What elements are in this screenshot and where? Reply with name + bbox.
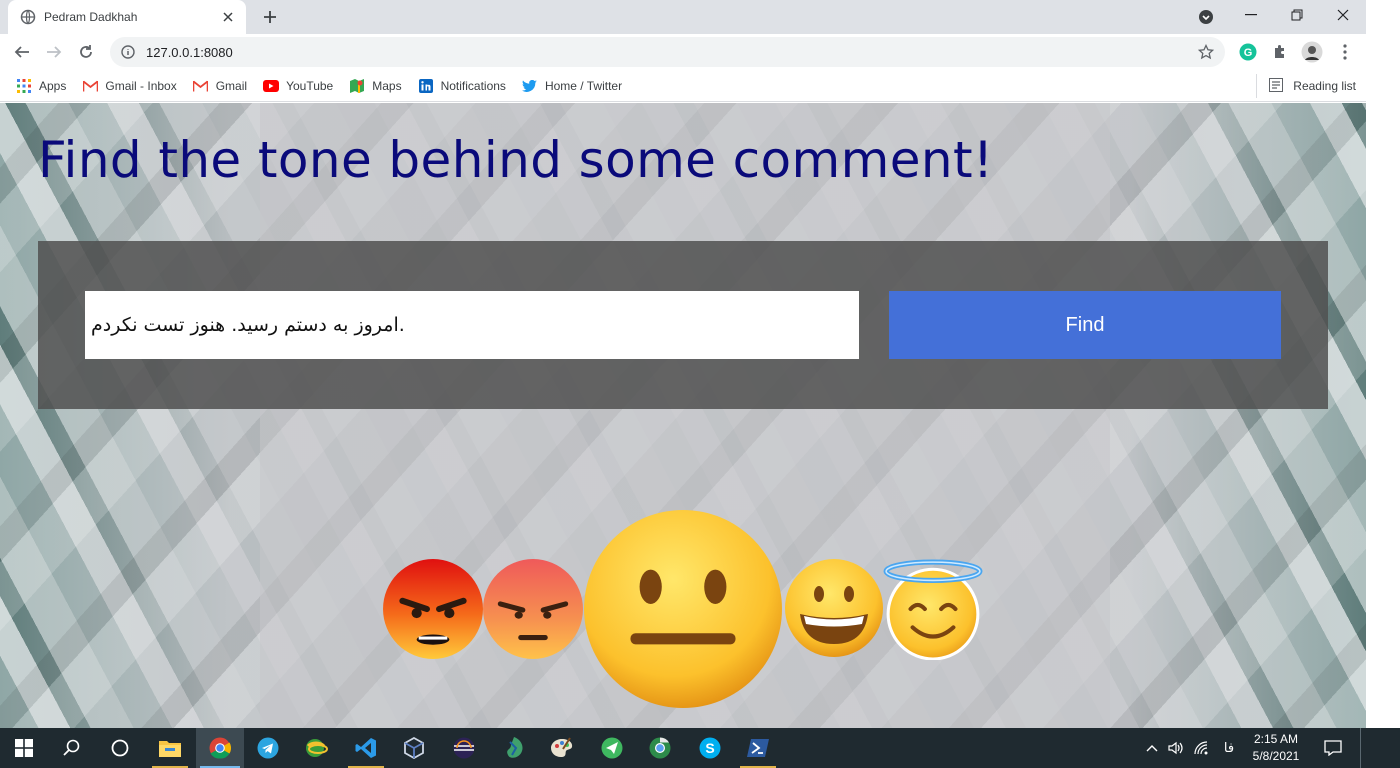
url-text[interactable]: 127.0.0.1:8080	[146, 45, 1197, 60]
bookmark-label: YouTube	[286, 78, 334, 93]
bookmark-label: Gmail - Inbox	[105, 78, 177, 93]
eclipse-icon[interactable]	[440, 728, 488, 768]
windows-taskbar: S فا 2:15 AM 5/8/2021	[0, 728, 1400, 768]
maps-icon	[349, 78, 365, 94]
close-window-icon[interactable]	[1320, 0, 1366, 30]
file-explorer-icon[interactable]	[146, 728, 194, 768]
web-page: Find the tone behind some comment! Find	[0, 103, 1366, 728]
input-language-indicator[interactable]: فا	[1218, 728, 1240, 768]
find-button[interactable]: Find	[889, 291, 1281, 359]
chrome-menu-icon[interactable]	[1334, 41, 1356, 63]
restore-window-icon[interactable]	[1274, 0, 1320, 30]
wifi-icon[interactable]	[1192, 728, 1212, 768]
page-headline: Find the tone behind some comment!	[38, 131, 994, 189]
reading-list-button[interactable]: Reading list	[1256, 74, 1356, 98]
telegram-icon[interactable]	[244, 728, 292, 768]
globe-app-icon[interactable]	[292, 728, 340, 768]
action-center-icon[interactable]	[1320, 728, 1346, 768]
linkedin-icon	[418, 78, 434, 94]
show-desktop-button[interactable]	[1360, 728, 1366, 768]
tab-strip: Pedram Dadkhah	[0, 0, 1366, 34]
show-hidden-icons-icon[interactable]	[1142, 728, 1162, 768]
clock-date: 5/8/2021	[1252, 749, 1300, 763]
bookmark-label: Home / Twitter	[544, 78, 623, 93]
reading-list-icon	[1269, 78, 1285, 94]
angry-emoji-icon	[483, 559, 583, 659]
svg-text:G: G	[1244, 47, 1253, 59]
very-angry-emoji-icon	[383, 559, 483, 659]
virtualbox-icon[interactable]	[390, 728, 438, 768]
search-icon[interactable]	[48, 728, 96, 768]
clock-time: 2:15 AM	[1253, 732, 1299, 746]
bookmark-label: Gmail	[215, 78, 248, 93]
bookmark-gmail-inbox[interactable]: Gmail - Inbox	[76, 74, 182, 98]
vscode-icon[interactable]	[342, 728, 390, 768]
reload-icon[interactable]	[72, 38, 100, 66]
bookmark-notifications[interactable]: Notifications	[412, 74, 512, 98]
reading-list-label: Reading list	[1293, 79, 1356, 93]
extensions-puzzle-icon[interactable]	[1269, 41, 1291, 63]
globe-favicon-icon	[20, 9, 36, 25]
apps-grid-icon	[16, 78, 32, 94]
taskbar-clock[interactable]: 2:15 AM 5/8/2021	[1248, 731, 1304, 765]
twitter-icon	[522, 78, 538, 94]
start-icon[interactable]	[0, 728, 48, 768]
profile-avatar-icon[interactable]	[1301, 41, 1323, 63]
angel-emoji-icon	[883, 559, 983, 660]
skype-icon[interactable]: S	[686, 728, 734, 768]
bookmarks-bar: Apps Gmail - Inbox Gmail YouTube Maps No…	[0, 70, 1366, 102]
bookmark-gmail[interactable]: Gmail	[187, 74, 253, 98]
bookmark-label: Maps	[372, 78, 402, 93]
comment-panel: Find	[38, 241, 1328, 409]
bookmark-youtube[interactable]: YouTube	[257, 74, 339, 98]
volume-icon[interactable]	[1166, 728, 1186, 768]
bookmark-twitter[interactable]: Home / Twitter	[516, 74, 628, 98]
bookmark-apps[interactable]: Apps	[10, 74, 72, 98]
gmail-icon	[82, 78, 98, 94]
comment-input[interactable]	[85, 291, 859, 359]
cortana-icon[interactable]	[96, 728, 144, 768]
bookmark-maps[interactable]: Maps	[343, 74, 407, 98]
bookmark-label: Apps	[39, 78, 67, 93]
site-info-icon[interactable]	[120, 44, 136, 60]
new-tab-button[interactable]	[258, 5, 282, 29]
powershell-icon[interactable]	[734, 728, 782, 768]
send-app-icon[interactable]	[588, 728, 636, 768]
bookmark-star-icon[interactable]	[1197, 43, 1215, 61]
tab-title: Pedram Dadkhah	[44, 10, 138, 24]
youtube-icon	[263, 78, 280, 94]
bookmark-label: Notifications	[440, 78, 506, 93]
back-arrow-icon[interactable]	[8, 38, 36, 66]
gmail-icon	[193, 78, 209, 94]
close-tab-icon[interactable]	[220, 9, 236, 25]
paint-icon[interactable]	[538, 728, 586, 768]
minimize-window-icon[interactable]	[1228, 0, 1274, 30]
chrome-icon[interactable]	[196, 728, 244, 768]
network-app-icon[interactable]	[490, 728, 538, 768]
grammarly-extension-icon[interactable]: G	[1237, 41, 1259, 63]
tab-search-icon[interactable]	[1196, 7, 1216, 27]
svg-text:S: S	[705, 740, 714, 756]
grinning-emoji-icon	[785, 559, 883, 657]
neutral-emoji-icon	[584, 510, 782, 708]
window-edge	[1366, 0, 1400, 728]
browser-tab[interactable]: Pedram Dadkhah	[8, 0, 246, 34]
forward-arrow-icon[interactable]	[40, 38, 68, 66]
address-bar[interactable]: 127.0.0.1:8080	[110, 37, 1225, 67]
browser-toolbar: 127.0.0.1:8080 G	[0, 34, 1366, 70]
chrome-canary-icon[interactable]	[636, 728, 684, 768]
